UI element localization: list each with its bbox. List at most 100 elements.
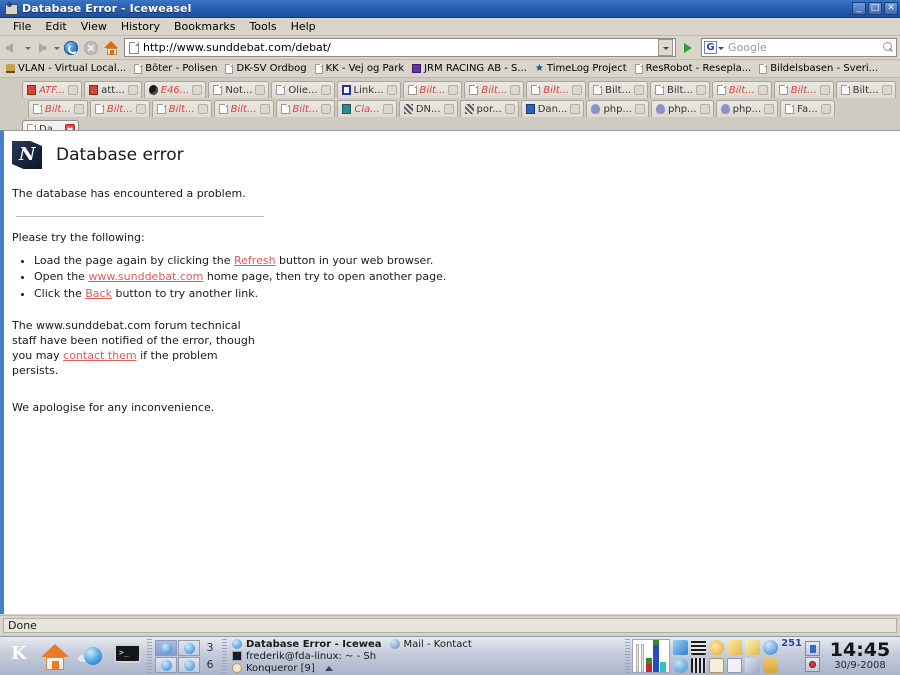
menu-item-tools[interactable]: Tools [242, 19, 283, 34]
bookmark-boter[interactable]: Böter - Polisen [132, 62, 223, 75]
tab-fa[interactable]: Fa... [780, 100, 835, 117]
tab-close-icon[interactable] [127, 85, 138, 95]
task-konqueror[interactable]: Konqueror [9] [230, 663, 321, 674]
tab-not[interactable]: Not... [208, 81, 270, 98]
lock-screen-button[interactable] [805, 640, 820, 656]
menu-item-view[interactable]: View [74, 19, 114, 34]
menu-item-bookmarks[interactable]: Bookmarks [167, 19, 242, 34]
tab-bilt-3[interactable]: Bilt... [526, 81, 587, 98]
tab-close-icon[interactable] [321, 104, 332, 114]
search-engine-dropdown-icon[interactable] [717, 41, 725, 54]
maximize-button[interactable]: □ [868, 2, 882, 15]
tab-close-icon[interactable] [635, 104, 646, 114]
tab-close-icon[interactable] [695, 85, 706, 95]
tab-close-icon[interactable] [757, 85, 768, 95]
tab-link[interactable]: Link... [336, 81, 401, 98]
terminal-launcher-button[interactable] [110, 639, 144, 673]
k-menu-button[interactable] [2, 639, 36, 673]
tab-close-icon[interactable] [448, 85, 459, 95]
bookmark-dksv-ordbog[interactable]: DK-SV Ordbog [223, 62, 312, 75]
tab-bilt-10[interactable]: Bilt... [89, 100, 150, 117]
tab-bilt-9[interactable]: Bilt... [28, 100, 88, 117]
url-dropdown-icon[interactable] [658, 39, 673, 56]
tab-olie[interactable]: Olie... [271, 81, 335, 98]
close-button[interactable]: ✕ [884, 2, 898, 15]
tab-cla[interactable]: Cla... [337, 100, 397, 117]
tab-close-icon[interactable] [820, 104, 831, 114]
tab-atf[interactable]: ATF... [22, 81, 83, 98]
tab-close-icon[interactable] [443, 104, 454, 114]
bookmark-resrobot[interactable]: ResRobot - Resepla... [633, 62, 758, 75]
task-database-error[interactable]: Database Error - Icewea [230, 639, 388, 650]
tab-bilt-1[interactable]: Bilt... [402, 81, 463, 98]
lock-icon[interactable] [745, 657, 761, 673]
mail-tray-icon[interactable] [763, 639, 779, 655]
panel-separator[interactable] [625, 639, 631, 673]
bookmark-kk-vej-og-park[interactable]: KK - Vej og Park [313, 62, 411, 75]
menu-item-file[interactable]: File [6, 19, 38, 34]
tab-close-icon[interactable] [634, 85, 645, 95]
tab-e46[interactable]: E46... [143, 81, 207, 98]
tab-close-icon[interactable] [699, 104, 710, 114]
kapp-tray-icon[interactable] [709, 657, 725, 673]
task-mail-kontact[interactable]: Mail - Kontact [388, 639, 478, 650]
organizer-tray-icon[interactable] [727, 657, 743, 673]
browser-launcher-button[interactable] [74, 639, 108, 673]
menu-item-help[interactable]: Help [284, 19, 323, 34]
tablist-scroll-left-icon[interactable] [2, 79, 22, 98]
tab-bilt-8[interactable]: Bilt... [835, 81, 896, 98]
weather-tray-icon[interactable] [673, 657, 689, 673]
pager-desktop-1[interactable] [155, 639, 177, 656]
tab-bilt-7[interactable]: Bilt... [773, 81, 834, 98]
display-tray-icon[interactable] [691, 657, 707, 673]
minimize-button[interactable]: _ [852, 2, 866, 15]
stop-icon[interactable] [81, 38, 101, 58]
logout-button[interactable] [805, 656, 820, 672]
pager-desktop-5[interactable] [178, 656, 200, 673]
tab-close-icon[interactable] [386, 85, 397, 95]
forward-dropdown-icon[interactable] [52, 38, 61, 58]
home-icon[interactable] [101, 38, 121, 58]
tab-close-icon[interactable] [255, 85, 266, 95]
tab-close-icon[interactable] [259, 104, 270, 114]
panel-separator[interactable] [147, 639, 152, 673]
menu-item-history[interactable]: History [114, 19, 167, 34]
pager-desktop-2[interactable] [178, 639, 200, 656]
tab-close-icon[interactable] [819, 85, 830, 95]
bookmark-vlan[interactable]: VLAN - Virtual Local... [4, 62, 132, 75]
contact-them-link[interactable]: contact them [63, 349, 136, 362]
tab-php-2[interactable]: php... [651, 100, 714, 117]
clipboard-tray-icon[interactable] [727, 639, 743, 655]
tab-close-icon[interactable] [382, 104, 393, 114]
tab-php-1[interactable]: php... [586, 100, 650, 117]
folder-tray-icon[interactable] [763, 657, 779, 673]
tab-bilt-6[interactable]: Bilt... [711, 81, 772, 98]
tab-close-icon[interactable] [320, 85, 331, 95]
tab-bilt-13[interactable]: Bilt... [275, 100, 336, 117]
back-arrow-icon[interactable] [3, 38, 23, 58]
tab-bilt-5[interactable]: Bilt... [650, 81, 710, 98]
bookmark-jrm-racing[interactable]: JRM RACING AB - S... [410, 62, 533, 75]
forward-arrow-icon[interactable] [32, 38, 52, 58]
note-tray-icon[interactable] [745, 639, 761, 655]
menu-item-edit[interactable]: Edit [38, 19, 73, 34]
network-tray-icon[interactable] [673, 639, 689, 655]
refresh-link[interactable]: Refresh [234, 254, 276, 267]
clock-widget[interactable]: 14:45 30/9-2008 [822, 637, 900, 675]
search-input[interactable]: G Google [701, 38, 897, 57]
bookmark-timelog-project[interactable]: ★ TimeLog Project [533, 62, 633, 75]
tab-bilt-12[interactable]: Bilt... [213, 100, 274, 117]
task-terminal[interactable]: frederik@fda-linux: ~ - Sh [230, 651, 382, 662]
monitor-tray-icon[interactable] [691, 639, 707, 655]
tab-close-icon[interactable] [504, 104, 515, 114]
tab-bilt-4[interactable]: Bilt... [588, 81, 649, 98]
magnifier-icon[interactable] [881, 41, 894, 54]
pager-desktop-4[interactable] [155, 656, 177, 673]
back-link[interactable]: Back [85, 287, 112, 300]
task-scroll-up-icon[interactable] [324, 665, 333, 671]
bookmark-bildelsbasen[interactable]: Bildelsbasen - Sveri... [757, 62, 884, 75]
tab-close-icon[interactable] [73, 104, 84, 114]
homepage-link[interactable]: www.sunddebat.com [88, 270, 203, 283]
tab-por[interactable]: por... [459, 100, 519, 117]
panel-separator[interactable] [222, 639, 227, 673]
